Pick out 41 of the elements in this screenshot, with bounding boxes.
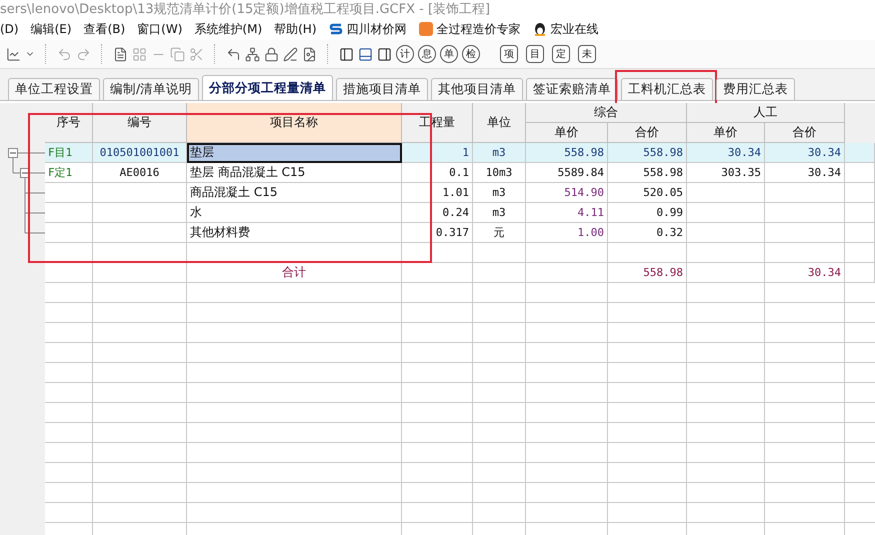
column-header: 项目名称: [187, 103, 402, 143]
tree-node-icon[interactable]: [8, 148, 45, 163]
toolbar-button[interactable]: 项: [500, 45, 518, 63]
table-row[interactable]: 其他材料费 0.317 元 1.00 0.32: [45, 223, 875, 243]
menu-item[interactable]: 四川材价网: [328, 20, 407, 38]
column-header: 人工: [687, 103, 845, 123]
tab[interactable]: 其他项目清单: [431, 78, 524, 100]
toolbar-button[interactable]: 目: [526, 45, 544, 63]
menu-item[interactable]: 窗口(W): [137, 20, 182, 38]
toolbar-button[interactable]: 计: [396, 45, 414, 63]
menu-item[interactable]: 宏业在线: [532, 20, 599, 38]
menu-item[interactable]: 帮助(H): [274, 20, 317, 38]
menu-item[interactable]: 系统维护(M): [194, 20, 262, 38]
table-row[interactable]: 合计 558.98 30.34: [45, 263, 875, 283]
toolbar-button[interactable]: 检: [462, 45, 480, 63]
toolbar-button[interactable]: 息: [418, 45, 436, 63]
toolbar-button[interactable]: 定: [552, 45, 570, 63]
menu-item[interactable]: (D): [0, 22, 19, 36]
tab[interactable]: 签证索赔清单: [526, 78, 618, 100]
tab[interactable]: 措施项目清单: [336, 78, 428, 100]
tab[interactable]: 工料机汇总表: [621, 78, 714, 100]
penguin-icon: [532, 22, 547, 36]
toolbar-button[interactable]: 未: [578, 45, 596, 63]
table-row[interactable]: 商品混凝土 C15 1.01 m3 514.90 520.05: [45, 183, 875, 203]
menu-item[interactable]: 全过程造价专家: [418, 20, 521, 38]
window-title: sers\lenovo\Desktop\13规范清单计价(15定额)增值税工程项目.GCFX - [装饰工程]: [0, 1, 490, 18]
tab[interactable]: 编制/清单说明: [103, 78, 200, 100]
toolbar-button[interactable]: 单: [440, 45, 458, 63]
tab[interactable]: 分部分项工程量清单: [202, 75, 334, 100]
table-row[interactable]: 水 0.24 m3 4.11 0.99: [45, 203, 875, 223]
column-header: 综合: [526, 103, 687, 123]
table-row[interactable]: F定1 AE0016 垫层 商品混凝土 C15 0.1 10m3 5589.84 558.98 303.35 30.34: [45, 163, 875, 183]
app-logo-icon: [418, 22, 433, 36]
tree-branch-icon: [24, 183, 45, 203]
tab[interactable]: 单位工程设置: [8, 78, 100, 100]
menu-item[interactable]: 编辑(E): [30, 20, 72, 38]
menu-item[interactable]: 查看(B): [84, 20, 126, 38]
s-logo-icon: [328, 22, 343, 36]
tab[interactable]: 费用汇总表: [716, 78, 796, 100]
table-row[interactable]: F目1 010501001001 垫层 1 m3 558.98 558.98 30.34 30.34: [45, 143, 875, 163]
name-input-field[interactable]: 垫层: [187, 143, 402, 163]
